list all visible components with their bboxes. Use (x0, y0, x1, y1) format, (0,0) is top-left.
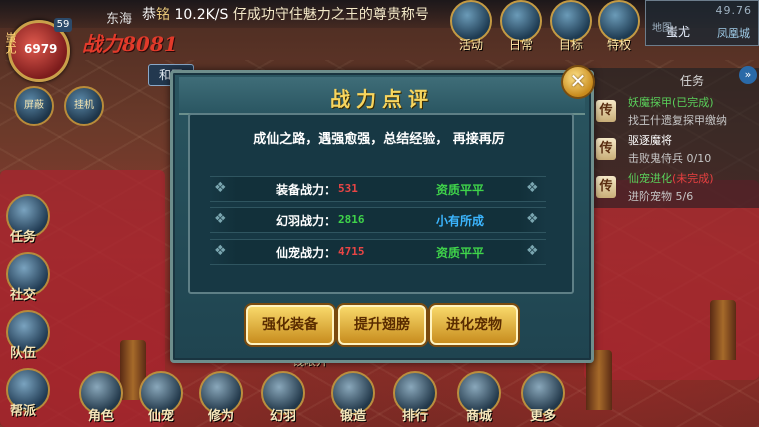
bottom-item-label: 角色 (87, 409, 114, 424)
bottom-item-ranking[interactable]: 排行 (390, 371, 440, 425)
task-line[interactable]: 击败鬼侍兵 0/10 (628, 150, 711, 166)
stat-grade: 小有所成 (436, 214, 485, 228)
task-panel-toggle[interactable]: » (739, 66, 757, 84)
status-partial: 铭 (156, 7, 170, 23)
stat-grade: 资质平平 (436, 183, 485, 197)
task-text: 仙宠进化 (628, 172, 672, 185)
bottom-item-label: 排行 (401, 409, 428, 424)
ornament-icon: ❖ (214, 211, 227, 227)
top-icon-daily[interactable]: 日常 (500, 0, 542, 54)
player-hp: 6979 (24, 42, 58, 56)
task-tag[interactable]: 传 (596, 176, 616, 198)
top-icon-target[interactable]: 目标 (550, 0, 592, 54)
stat-row-pet: ❖ 仙宠战力： 4715 资质平平 ❖ (210, 239, 546, 265)
bottom-item-label: 更多 (529, 409, 556, 424)
stat-value: 2816 (338, 213, 365, 226)
stat-grade: 资质平平 (436, 246, 485, 260)
ornament-icon: ❖ (526, 180, 539, 196)
current-map-name: 东海 (106, 12, 133, 27)
stat-value: 4715 (338, 245, 365, 258)
side-menu-label: 帮派 (10, 404, 37, 419)
task-line[interactable]: 进阶宠物 5/6 (628, 188, 693, 204)
task-line[interactable]: 驱逐魔将 (628, 132, 672, 148)
ornament-icon: ❖ (526, 243, 539, 259)
top-icon-activity[interactable]: 活动 (450, 0, 492, 54)
side-menu-label: 社交 (10, 288, 37, 303)
top-icon-label: 活动 (458, 38, 483, 52)
player-name: 蚩尤 (4, 32, 17, 54)
task-tag[interactable]: 传 (596, 138, 616, 160)
bottom-item-wing[interactable]: 幻羽 (258, 371, 308, 425)
bottom-item-label: 商城 (465, 409, 492, 424)
bottom-menu-bar: 角色 仙宠 修为 幻羽 锻造 排行 商城 更多 (60, 371, 580, 427)
network-speed: 10.2K/S (174, 7, 229, 23)
dialog-motto: 成仙之路，遇强愈强，总结经验， 再接再厉 (253, 132, 505, 147)
bottom-item-label: 幻羽 (269, 409, 296, 424)
minimap-coords: 49.76 (715, 4, 752, 17)
enhance-equipment-button[interactable]: 强化装备 (246, 305, 334, 345)
block-button[interactable]: 屏蔽 (14, 86, 54, 126)
close-button[interactable]: ✕ (561, 65, 595, 99)
ornament-icon: ❖ (214, 180, 227, 196)
top-icon-label: 日常 (508, 38, 533, 52)
auto-battle-button[interactable]: 挂机 (64, 86, 104, 126)
ornament-icon: ❖ (526, 211, 539, 227)
top-icon-label: 特权 (606, 38, 631, 52)
status-prefix: 恭 (142, 7, 156, 23)
top-icon-label: 目标 (558, 38, 583, 52)
minimap-zone: 蚩尤 (666, 25, 691, 39)
broadcast-message: 仔成功守住魅力之王的尊贵称号 (232, 7, 429, 23)
side-menu-label: 任务 (10, 230, 37, 245)
task-status: (未完成) (672, 172, 714, 185)
bottom-item-label: 锻造 (339, 409, 366, 424)
dialog-titlebar: 战力点评 (179, 77, 585, 115)
upgrade-wings-button[interactable]: 提升翅膀 (338, 305, 426, 345)
bottom-item-pet[interactable]: 仙宠 (136, 371, 186, 425)
stat-label: 幻羽战力： (276, 214, 337, 228)
minimap-city: 凤凰城 (717, 27, 750, 40)
status-marquee: 恭铭 10.2K/S 仔成功守住魅力之王的尊贵称号 (142, 4, 429, 24)
task-line[interactable]: 妖魔探甲(已完成) (628, 94, 714, 110)
bottom-item-character[interactable]: 角色 (76, 371, 126, 425)
pillar (710, 300, 736, 360)
combat-power-label: 战力8081 (82, 32, 178, 56)
task-line[interactable]: 找王什遗复探甲缴纳 (628, 112, 727, 128)
evolve-pet-button[interactable]: 进化宠物 (430, 305, 518, 345)
task-text: 妖魔探甲 (628, 96, 672, 109)
bottom-item-cultivation[interactable]: 修为 (196, 371, 246, 425)
top-icon-privilege[interactable]: 特权 (598, 0, 640, 54)
stat-value: 531 (338, 182, 358, 195)
minimap[interactable]: 地图 49.76 蚩尤 凤凰城 (645, 0, 759, 46)
task-tag[interactable]: 传 (596, 100, 616, 122)
task-line[interactable]: 仙宠进化(未完成) (628, 170, 714, 186)
player-level-badge: 59 (54, 18, 72, 32)
bottom-item-label: 修为 (207, 409, 234, 424)
task-status: (已完成) (672, 96, 714, 109)
dialog-title: 战力点评 (330, 87, 434, 111)
bottom-item-label: 仙宠 (147, 409, 174, 424)
bottom-item-forge[interactable]: 锻造 (328, 371, 378, 425)
bottom-item-shop[interactable]: 商城 (454, 371, 504, 425)
stat-label: 装备战力： (276, 183, 337, 197)
stat-row-equipment: ❖ 装备战力： 531 资质平平 ❖ (210, 176, 546, 202)
task-panel-title: 任务 (680, 74, 705, 88)
ornament-icon: ❖ (214, 243, 227, 259)
bottom-item-more[interactable]: 更多 (518, 371, 568, 425)
stat-label: 仙宠战力： (276, 246, 337, 260)
stat-row-wing: ❖ 幻羽战力： 2816 小有所成 ❖ (210, 207, 546, 233)
side-menu-label: 队伍 (10, 346, 37, 361)
